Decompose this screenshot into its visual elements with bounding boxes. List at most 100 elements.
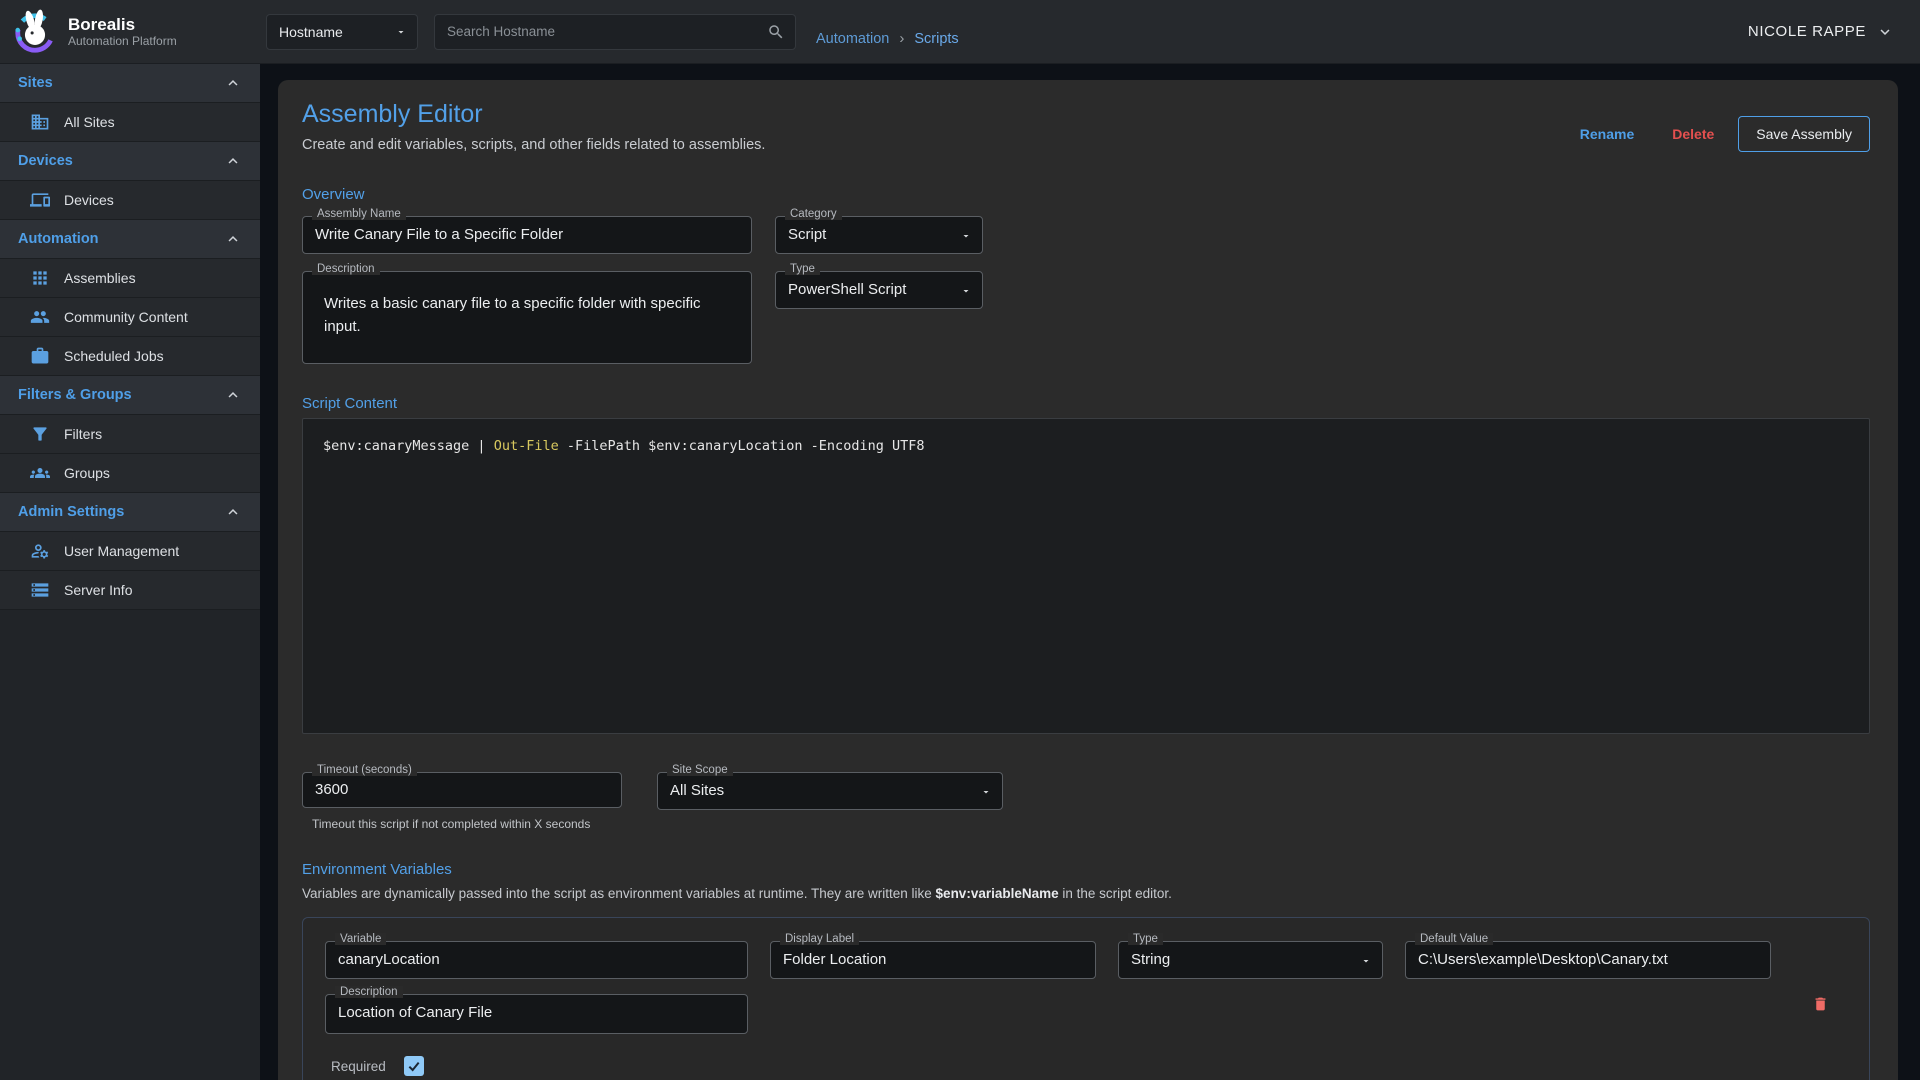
rename-button[interactable]: Rename: [1566, 118, 1648, 150]
caret-down-icon: [395, 26, 407, 38]
user-menu[interactable]: NICOLE RAPPE: [1748, 23, 1894, 41]
type-select[interactable]: Type PowerShell Script: [775, 271, 983, 309]
assembly-editor-card: Assembly Editor Create and edit variable…: [278, 80, 1898, 1080]
sidebar-item-devices[interactable]: Devices: [0, 181, 260, 220]
main-content: Assembly Editor Create and edit variable…: [260, 64, 1920, 1080]
variable-label: Variable: [335, 933, 386, 945]
variable-type-value: String: [1119, 942, 1382, 968]
header-actions: Rename Delete Save Assembly: [1566, 116, 1870, 152]
required-row: Required: [325, 1056, 1847, 1076]
sidebar-section-title: Devices: [18, 153, 73, 169]
sidebar-section-title: Sites: [18, 75, 53, 91]
sidebar-item-label: User Management: [64, 543, 179, 559]
variable-field[interactable]: Variable canaryLocation: [325, 941, 748, 979]
site-scope-value: All Sites: [658, 773, 1002, 799]
funnel-icon: [30, 424, 50, 444]
sidebar-item-groups[interactable]: Groups: [0, 454, 260, 493]
sidebar-section-sites[interactable]: Sites: [0, 64, 260, 103]
people-icon: [30, 307, 50, 327]
environment-variables-heading: Environment Variables: [302, 861, 1870, 878]
default-value-label: Default Value: [1415, 933, 1493, 945]
user-gear-icon: [30, 541, 50, 561]
env-desc-variable-name: $env:variableName: [936, 886, 1059, 901]
breadcrumb-scripts[interactable]: Scripts: [914, 31, 958, 47]
briefcase-icon: [30, 346, 50, 366]
variable-value: canaryLocation: [326, 942, 747, 968]
breadcrumb-separator-icon: ›: [899, 30, 904, 47]
required-checkbox[interactable]: [404, 1056, 424, 1076]
variable-description-value: Location of Canary File: [326, 995, 747, 1021]
sidebar-item-label: Assemblies: [64, 270, 136, 286]
category-select[interactable]: Category Script: [775, 216, 983, 254]
chevron-up-icon: [224, 230, 242, 248]
sidebar-item-filters[interactable]: Filters: [0, 415, 260, 454]
user-name: NICOLE RAPPE: [1748, 23, 1866, 40]
apps-grid-icon: [30, 268, 50, 288]
script-editor[interactable]: $env:canaryMessage | Out-File -FilePath …: [302, 418, 1870, 734]
type-label: Type: [785, 263, 820, 275]
delete-button[interactable]: Delete: [1658, 118, 1728, 150]
variable-description-label: Description: [335, 986, 403, 998]
timeout-value: 3600: [303, 773, 621, 798]
category-value: Script: [776, 217, 982, 243]
sidebar-item-all-sites[interactable]: All Sites: [0, 103, 260, 142]
timeout-helper-text: Timeout this script if not completed wit…: [312, 817, 622, 831]
timeout-label: Timeout (seconds): [312, 764, 417, 776]
sidebar-section-filters-groups[interactable]: Filters & Groups: [0, 376, 260, 415]
sidebar-item-scheduled-jobs[interactable]: Scheduled Jobs: [0, 337, 260, 376]
page-subtitle: Create and edit variables, scripts, and …: [302, 137, 765, 153]
chevron-up-icon: [224, 386, 242, 404]
environment-variables-description: Variables are dynamically passed into th…: [302, 886, 1870, 901]
sidebar-section-devices[interactable]: Devices: [0, 142, 260, 181]
sidebar-section-admin-settings[interactable]: Admin Settings: [0, 493, 260, 532]
page-title: Assembly Editor: [302, 100, 765, 129]
caret-down-icon: [980, 786, 992, 798]
breadcrumb: Automation › Scripts: [816, 30, 959, 47]
category-label: Category: [785, 208, 842, 220]
sidebar-item-server-info[interactable]: Server Info: [0, 571, 260, 610]
hostname-select-value: Hostname: [279, 24, 343, 40]
sidebar-item-community-content[interactable]: Community Content: [0, 298, 260, 337]
chevron-up-icon: [224, 152, 242, 170]
caret-down-icon: [960, 285, 972, 297]
description-value: Writes a basic canary file to a specific…: [303, 272, 723, 339]
type-value: PowerShell Script: [776, 272, 982, 298]
sidebar-section-automation[interactable]: Automation: [0, 220, 260, 259]
devices-icon: [30, 190, 50, 210]
brand: Borealis Automation Platform: [0, 9, 260, 55]
breadcrumb-automation[interactable]: Automation: [816, 31, 889, 47]
site-scope-label: Site Scope: [667, 764, 733, 776]
search-hostname-box: [434, 14, 796, 50]
env-desc-segment: Variables are dynamically passed into th…: [302, 886, 936, 901]
script-content-heading: Script Content: [302, 395, 1870, 412]
sidebar-item-label: Devices: [64, 192, 114, 208]
variable-type-select[interactable]: Type String: [1118, 941, 1383, 979]
code-cmdlet: Out-File: [494, 438, 559, 454]
site-scope-select[interactable]: Site Scope All Sites: [657, 772, 1003, 810]
check-icon: [406, 1058, 422, 1074]
save-assembly-button[interactable]: Save Assembly: [1738, 116, 1870, 152]
building-icon: [30, 112, 50, 132]
sidebar: Sites All Sites Devices Devices Automati…: [0, 64, 260, 1080]
search-icon: [767, 23, 785, 41]
sidebar-item-label: Groups: [64, 465, 110, 481]
search-hostname-input[interactable]: [447, 24, 767, 39]
sidebar-section-title: Admin Settings: [18, 504, 124, 520]
environment-variable-card: Variable canaryLocation Display Label Fo…: [302, 917, 1870, 1080]
overview-heading: Overview: [302, 186, 1870, 203]
borealis-logo-icon: [12, 9, 58, 55]
sidebar-item-user-management[interactable]: User Management: [0, 532, 260, 571]
required-label: Required: [331, 1059, 386, 1074]
timeout-field[interactable]: Timeout (seconds) 3600: [302, 772, 622, 808]
display-label-field[interactable]: Display Label Folder Location: [770, 941, 1096, 979]
sidebar-item-label: All Sites: [64, 114, 115, 130]
variable-description-field[interactable]: Description Location of Canary File: [325, 994, 748, 1034]
chevron-up-icon: [224, 74, 242, 92]
assembly-name-field[interactable]: Assembly Name Write Canary File to a Spe…: [302, 216, 752, 254]
hostname-select[interactable]: Hostname: [266, 14, 418, 50]
sidebar-item-assemblies[interactable]: Assemblies: [0, 259, 260, 298]
delete-variable-button[interactable]: [1808, 990, 1833, 1021]
default-value-field[interactable]: Default Value C:\Users\example\Desktop\C…: [1405, 941, 1771, 979]
env-desc-segment: in the script editor.: [1059, 886, 1172, 901]
description-field[interactable]: Description Writes a basic canary file t…: [302, 271, 752, 364]
